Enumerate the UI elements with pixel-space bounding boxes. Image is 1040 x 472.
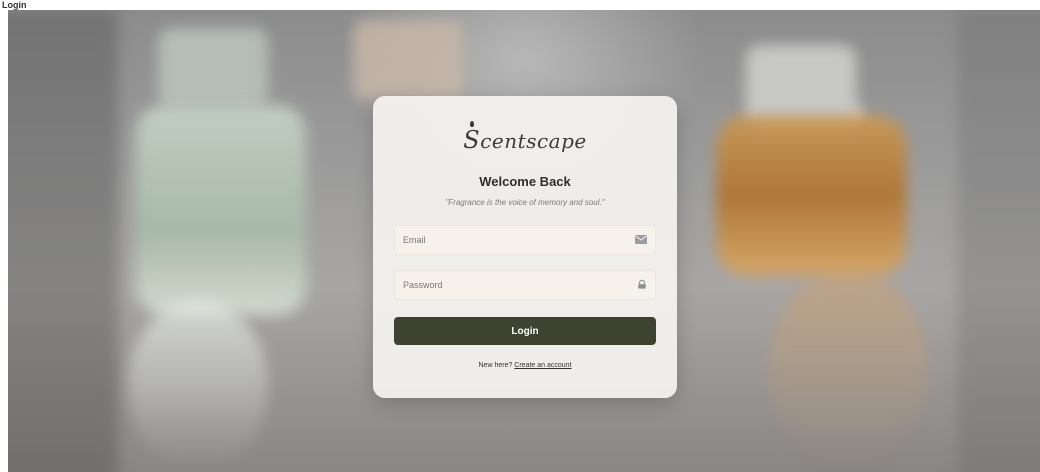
password-input[interactable] [395, 271, 641, 299]
page-tab-label: Login [2, 0, 27, 10]
signup-row: New here? Create an account [373, 362, 677, 369]
login-card: Scentscape Welcome Back "Fragrance is th… [373, 96, 677, 398]
signup-prompt: New here? [478, 362, 515, 369]
logo-wordmark: centscape [480, 129, 587, 153]
logo-initial: S [463, 121, 481, 154]
create-account-link[interactable]: Create an account [514, 362, 571, 369]
email-field-wrapper [394, 225, 656, 255]
password-field-wrapper [394, 270, 656, 300]
login-title: Welcome Back [479, 174, 571, 189]
email-input[interactable] [395, 226, 641, 254]
login-button[interactable]: Login [394, 317, 656, 345]
lock-icon [638, 279, 646, 289]
login-quote: "Fragrance is the voice of memory and so… [445, 198, 605, 207]
envelope-icon [635, 235, 647, 244]
brand-logo: Scentscape [373, 121, 677, 154]
